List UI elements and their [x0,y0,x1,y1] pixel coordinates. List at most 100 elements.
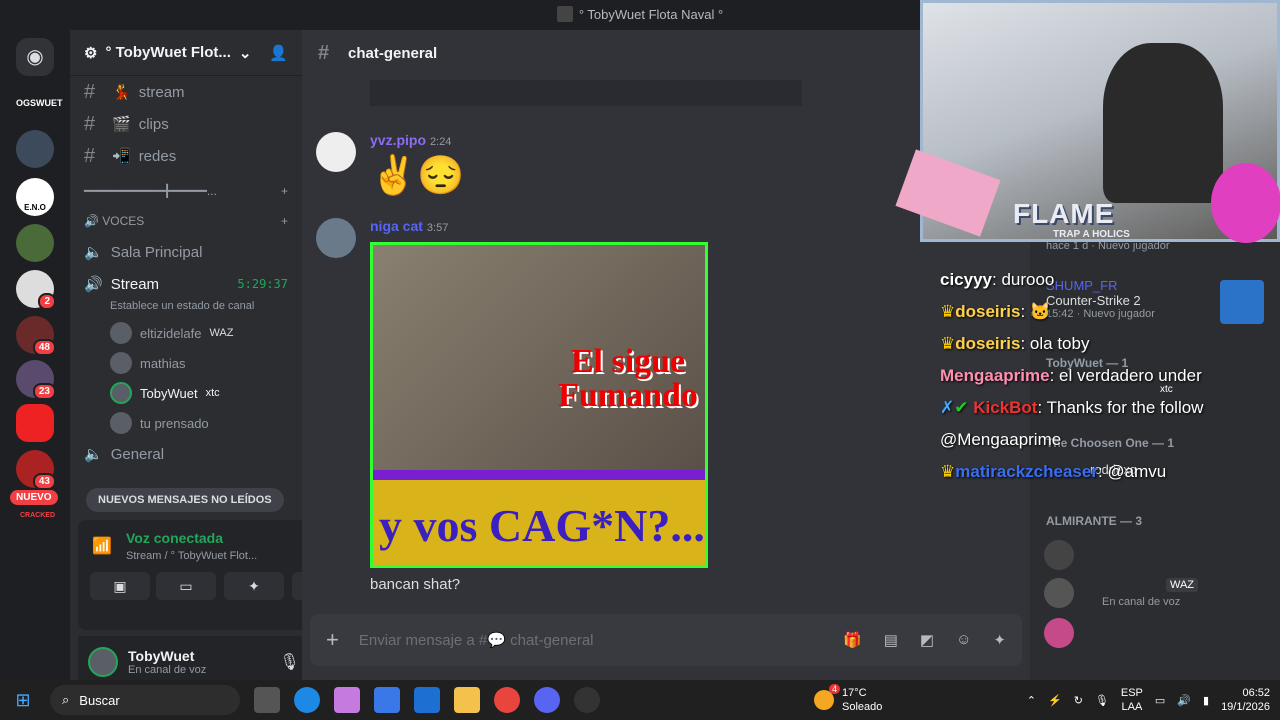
network-icon[interactable]: ⚡ [1048,694,1062,707]
streamer-silhouette [1103,43,1223,203]
cracked-label: CRACKED [20,512,55,519]
voice-status[interactable]: Voz conectada [126,530,223,546]
voice-channel-stream[interactable]: 🔊 Stream 5:29:37 [70,268,302,300]
channel-name: Stream [110,275,160,293]
language-indicator[interactable]: ESP LAA [1121,686,1143,714]
chat-text: @amvu [1107,462,1167,481]
voice-channel-sala-principal[interactable]: 🔈 Sala Principal [70,236,302,268]
channel-title: chat-general [348,44,438,62]
hash-icon: # [84,112,96,135]
avatar[interactable] [316,218,356,258]
volume-icon[interactable]: 🔊 [1177,694,1191,707]
gift-icon[interactable]: 🎁 [843,631,862,649]
channel-emoji: 📲 [112,148,131,165]
edge-icon[interactable] [294,687,320,713]
window-title: ° TobyWuet Flota Naval ° [578,7,724,22]
apps-icon[interactable]: ✦ [993,631,1006,649]
flame-subtitle: TRAP A HOLICS [1053,229,1130,240]
meme-top-text: El sigue Fumando [558,343,698,414]
obs-icon[interactable] [574,687,600,713]
chat-line: ♛matirackzcheaser: @amvu [940,462,1167,481]
channel-name: General [110,445,165,463]
channel-stream[interactable]: # 💃 stream [70,76,302,108]
message-composer[interactable]: + Enviar mensaje a #💬 chat-general 🎁 ▤ ◩ ☺ ✦ [310,614,1022,666]
emoji-icon[interactable]: ☺ [956,631,971,649]
task-view-icon[interactable] [254,687,280,713]
weather-desc: Soleado [842,701,883,713]
sticker-icon[interactable]: ◩ [920,631,934,649]
server-icon[interactable]: 48 [16,316,56,356]
server-icon[interactable] [16,404,54,442]
server-icon[interactable]: 23 [16,360,56,400]
channel-clips[interactable]: # 🎬 clips [70,108,302,140]
voice-channel-general[interactable]: 🔈 General [70,438,302,470]
plus-icon[interactable]: + [326,627,339,653]
buddha-sticker [1211,163,1280,243]
stream-chat-overlay: cicyyy: durooo ♛doseiris: 🐱 ♛doseiris: o… [940,264,1280,488]
search-box[interactable]: ⌕ Buscar [50,685,240,715]
message-input[interactable]: Enviar mensaje a #💬 chat-general [359,631,594,649]
weather-widget[interactable]: 4 17°C Soleado [814,684,883,714]
weather-badge: 4 [828,684,840,694]
server-header[interactable]: ⚙ ° TobyWuet Flot... ⌄ 👤 [70,30,302,76]
voice-user[interactable]: tu prensado [70,408,302,438]
add-user-icon[interactable]: 👤 [269,44,288,62]
display-icon[interactable]: ▭ [1155,694,1165,707]
channel-status[interactable]: Establece un estado de canal [70,300,302,318]
new-messages-button[interactable]: NUEVOS MENSAJES NO LEÍDOS [86,488,284,512]
voice-user[interactable]: TobyWuet xtc [70,378,302,408]
chat-user: doseiris [955,334,1021,353]
chevron-down-icon: ⌄ [238,44,252,62]
server-icon[interactable]: 43 [16,450,56,490]
gif-icon[interactable]: ▤ [884,631,898,649]
author-name[interactable]: yvz.pipo [370,132,426,148]
activities-button[interactable]: ✦ [224,572,284,600]
store-icon[interactable] [374,687,400,713]
discord-home-icon[interactable]: ◉ [16,38,54,76]
server-icon[interactable] [16,224,54,262]
taskbar: ⊞ ⌕ Buscar 4 17°C Soleado ⌃ ⚡ ↻ 🎙 ESP LAA ▭ 🔊 ▮ 0… [0,680,1280,720]
signal-icon[interactable]: 📶 [92,536,112,556]
plus-icon[interactable]: + [281,184,288,198]
verified-icon: ✔ [954,398,969,417]
chevron-up-icon[interactable]: ⌃ [1027,694,1036,707]
plus-icon[interactable]: + [281,214,288,228]
voice-location[interactable]: Stream / ° TobyWuet Flot... [126,550,257,562]
flame-logo: FLAME [1013,198,1115,229]
meme-image[interactable]: El sigue Fumando y vos CAG*N?... [370,242,708,568]
camera-button[interactable]: ▣ [90,572,150,600]
speaker-icon: 🔊 [84,276,103,293]
author-name[interactable]: niga cat [370,218,423,234]
avatar[interactable] [1044,578,1074,608]
clock[interactable]: 06:52 19/1/2026 [1221,686,1270,714]
lang: ESP [1120,687,1143,699]
user-tag: xtc [205,387,220,399]
search-icon: ⌕ [62,692,70,707]
voice-category[interactable]: 🔊 VOCES + [70,206,302,236]
time: 06:52 [1242,687,1270,699]
server-icon[interactable] [16,130,54,168]
channel-name: redes [138,147,177,165]
mic-icon[interactable]: 🎙 [279,652,299,672]
weather-temp: 17°C [842,687,867,699]
server-icon[interactable]: 2 [16,270,56,310]
copilot-icon[interactable] [334,687,360,713]
avatar[interactable] [88,647,118,677]
sync-icon[interactable]: ↻ [1074,694,1083,707]
discord-icon[interactable] [534,687,560,713]
file-explorer-icon[interactable] [454,687,480,713]
channel-redes[interactable]: # 📲 redes [70,140,302,172]
chrome-icon[interactable] [494,687,520,713]
voice-user[interactable]: eltizidelafe WAZ [70,318,302,348]
battery-icon[interactable]: ▮ [1203,694,1209,707]
search-label: Buscar [79,692,120,708]
windows-start-icon[interactable]: ⊞ [10,687,36,713]
avatar[interactable] [1044,618,1074,648]
eno-server-icon[interactable]: E.N.O [16,178,54,216]
avatar[interactable] [1044,540,1074,570]
outlook-icon[interactable] [414,687,440,713]
screen-share-button[interactable]: ▭ [156,572,216,600]
mic-icon[interactable]: 🎙 [1095,694,1109,707]
avatar[interactable] [316,132,356,172]
voice-user[interactable]: mathias [70,348,302,378]
